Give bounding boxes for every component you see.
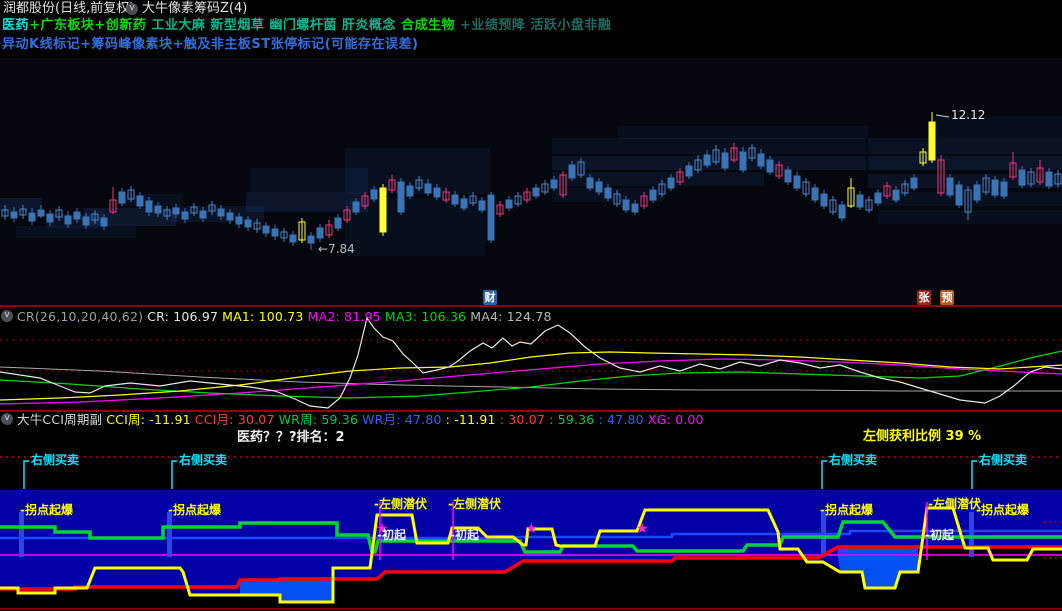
- ambush-label: -左侧潜伏: [448, 497, 501, 511]
- cci-header-segment: : 30.07: [499, 412, 546, 427]
- candle: [379, 184, 387, 236]
- pivot-signal-bar: [969, 512, 974, 557]
- chip-block: [868, 156, 1062, 170]
- chip-block: [618, 126, 868, 139]
- early-start-label: -初起: [450, 528, 479, 542]
- cr-header-segment: MA4: 124.78: [470, 309, 552, 324]
- cr-header-segment: CR: 106.97: [147, 309, 219, 324]
- chip-block: [552, 138, 866, 154]
- cci-header-segment: CCI月: 30.07: [194, 412, 275, 427]
- cci-header-segment: XG: 0.00: [647, 412, 704, 427]
- cr-header-segment: MA2: 81.95: [307, 309, 381, 324]
- early-start-label: -初起: [925, 528, 954, 542]
- cr-indicator-header: CR(26,10,20,40,62) CR: 106.97 MA1: 100.73 M…: [17, 309, 556, 324]
- pivot-label: -拐点起爆: [168, 503, 221, 517]
- right-trade-marker: [971, 460, 977, 489]
- stock-title: 润都股份(日线,前复权): [3, 1, 135, 16]
- concept-tag: 工业大麻 新型烟草 幽门螺杆菌 肝炎概念: [146, 18, 396, 33]
- event-badge-forecast[interactable]: 预: [940, 290, 954, 305]
- early-start-label: -初起: [377, 528, 406, 542]
- cci-header-segment: : 59.36: [549, 412, 595, 427]
- cci-header-segment: CCI周: -11.91: [106, 412, 191, 427]
- event-badge-limit-up[interactable]: 张: [917, 290, 931, 305]
- ambush-label: -左侧潜伏: [928, 497, 981, 511]
- collapse-cr-icon[interactable]: v: [1, 310, 13, 322]
- cr-ma1-line: [0, 351, 1062, 401]
- ambush-label: -左侧潜伏: [374, 497, 427, 511]
- candle: [397, 178, 405, 215]
- cci-header-segment: 大牛CCI周期副: [17, 412, 103, 427]
- star-signal-icon: ★: [525, 521, 538, 537]
- cci-indicator-header: 大牛CCI周期副 CCI周: -11.91 CCI月: 30.07 WR周: 59.3…: [17, 412, 708, 427]
- right-trade-label: 右侧买卖: [979, 453, 1028, 467]
- candle: [946, 174, 954, 198]
- left-profit-ratio-label: 左侧获利比例 39 %: [863, 429, 982, 444]
- chip-block: [868, 138, 1062, 154]
- low-price-label: ←7.84: [318, 242, 355, 256]
- trading-app-window: ★ ★ ★ 润都股份(日线,前复权) v 大牛像素筹码Z(4) 医药+广东板块+创新…: [0, 0, 1062, 611]
- cci-header-segment: WR月: 47.80: [362, 412, 442, 427]
- cci-bright-blue-fill: [837, 548, 918, 588]
- right-trade-marker: [23, 460, 29, 489]
- chip-block: [345, 148, 490, 194]
- event-badge-finance[interactable]: 财: [483, 290, 497, 305]
- pivot-signal-bar: [19, 512, 24, 557]
- cr-header-segment: MA1: 100.73: [222, 309, 304, 324]
- pivot-label: -拐点起爆: [20, 503, 73, 517]
- cci-bright-blue-fill: [240, 579, 333, 602]
- cr-ma2-line: [0, 358, 1062, 405]
- sector-rank-label: 医药？？?排名：2: [237, 430, 345, 445]
- concept-tags-line1: 医药+广东板块+创新药 工业大麻 新型烟草 幽门螺杆菌 肝炎概念 合成生物 +业…: [2, 18, 612, 34]
- candle: [955, 181, 963, 208]
- collapse-main-icon[interactable]: v: [126, 3, 138, 15]
- chip-block: [868, 174, 1062, 188]
- chart-graphics: ★ ★ ★: [0, 58, 1062, 610]
- right-trade-label: 右侧买卖: [31, 453, 80, 467]
- chip-block: [16, 226, 136, 238]
- collapse-cci-icon[interactable]: v: [1, 413, 13, 425]
- pivot-signal-bar: [167, 512, 172, 557]
- cr-header-segment: MA3: 106.36: [384, 309, 467, 324]
- pivot-label: -拐点起爆: [976, 503, 1029, 517]
- right-trade-label: 右侧买卖: [179, 453, 228, 467]
- concept-tags-line2: 异动K线标记+筹码峰像素块+触及非主板ST张停标记(可能存在误差): [2, 37, 419, 52]
- pivot-label: -拐点起爆: [820, 503, 873, 517]
- star-signal-icon: ★: [636, 521, 649, 537]
- right-trade-marker: [171, 460, 177, 489]
- concept-tag: +广东板块+创新药: [29, 18, 147, 33]
- concept-tag: 合成生物: [395, 18, 455, 33]
- cci-header-segment: : -11.91: [445, 412, 496, 427]
- cci-header-segment: WR周: 59.36: [278, 412, 359, 427]
- right-trade-marker: [821, 460, 827, 489]
- cr-header-segment: CR(26,10,20,40,62): [17, 309, 144, 324]
- concept-tag: +业绩预降 活跃小盘非融: [454, 18, 612, 33]
- chip-block: [878, 192, 1062, 206]
- candle: [487, 192, 495, 243]
- indicator-title: 大牛像素筹码Z(4): [142, 1, 248, 16]
- cci-header-segment: : 47.80: [598, 412, 644, 427]
- right-trade-label: 右侧买卖: [829, 453, 878, 467]
- high-price-label: 12.12: [951, 108, 986, 122]
- concept-tag: 医药: [2, 18, 30, 33]
